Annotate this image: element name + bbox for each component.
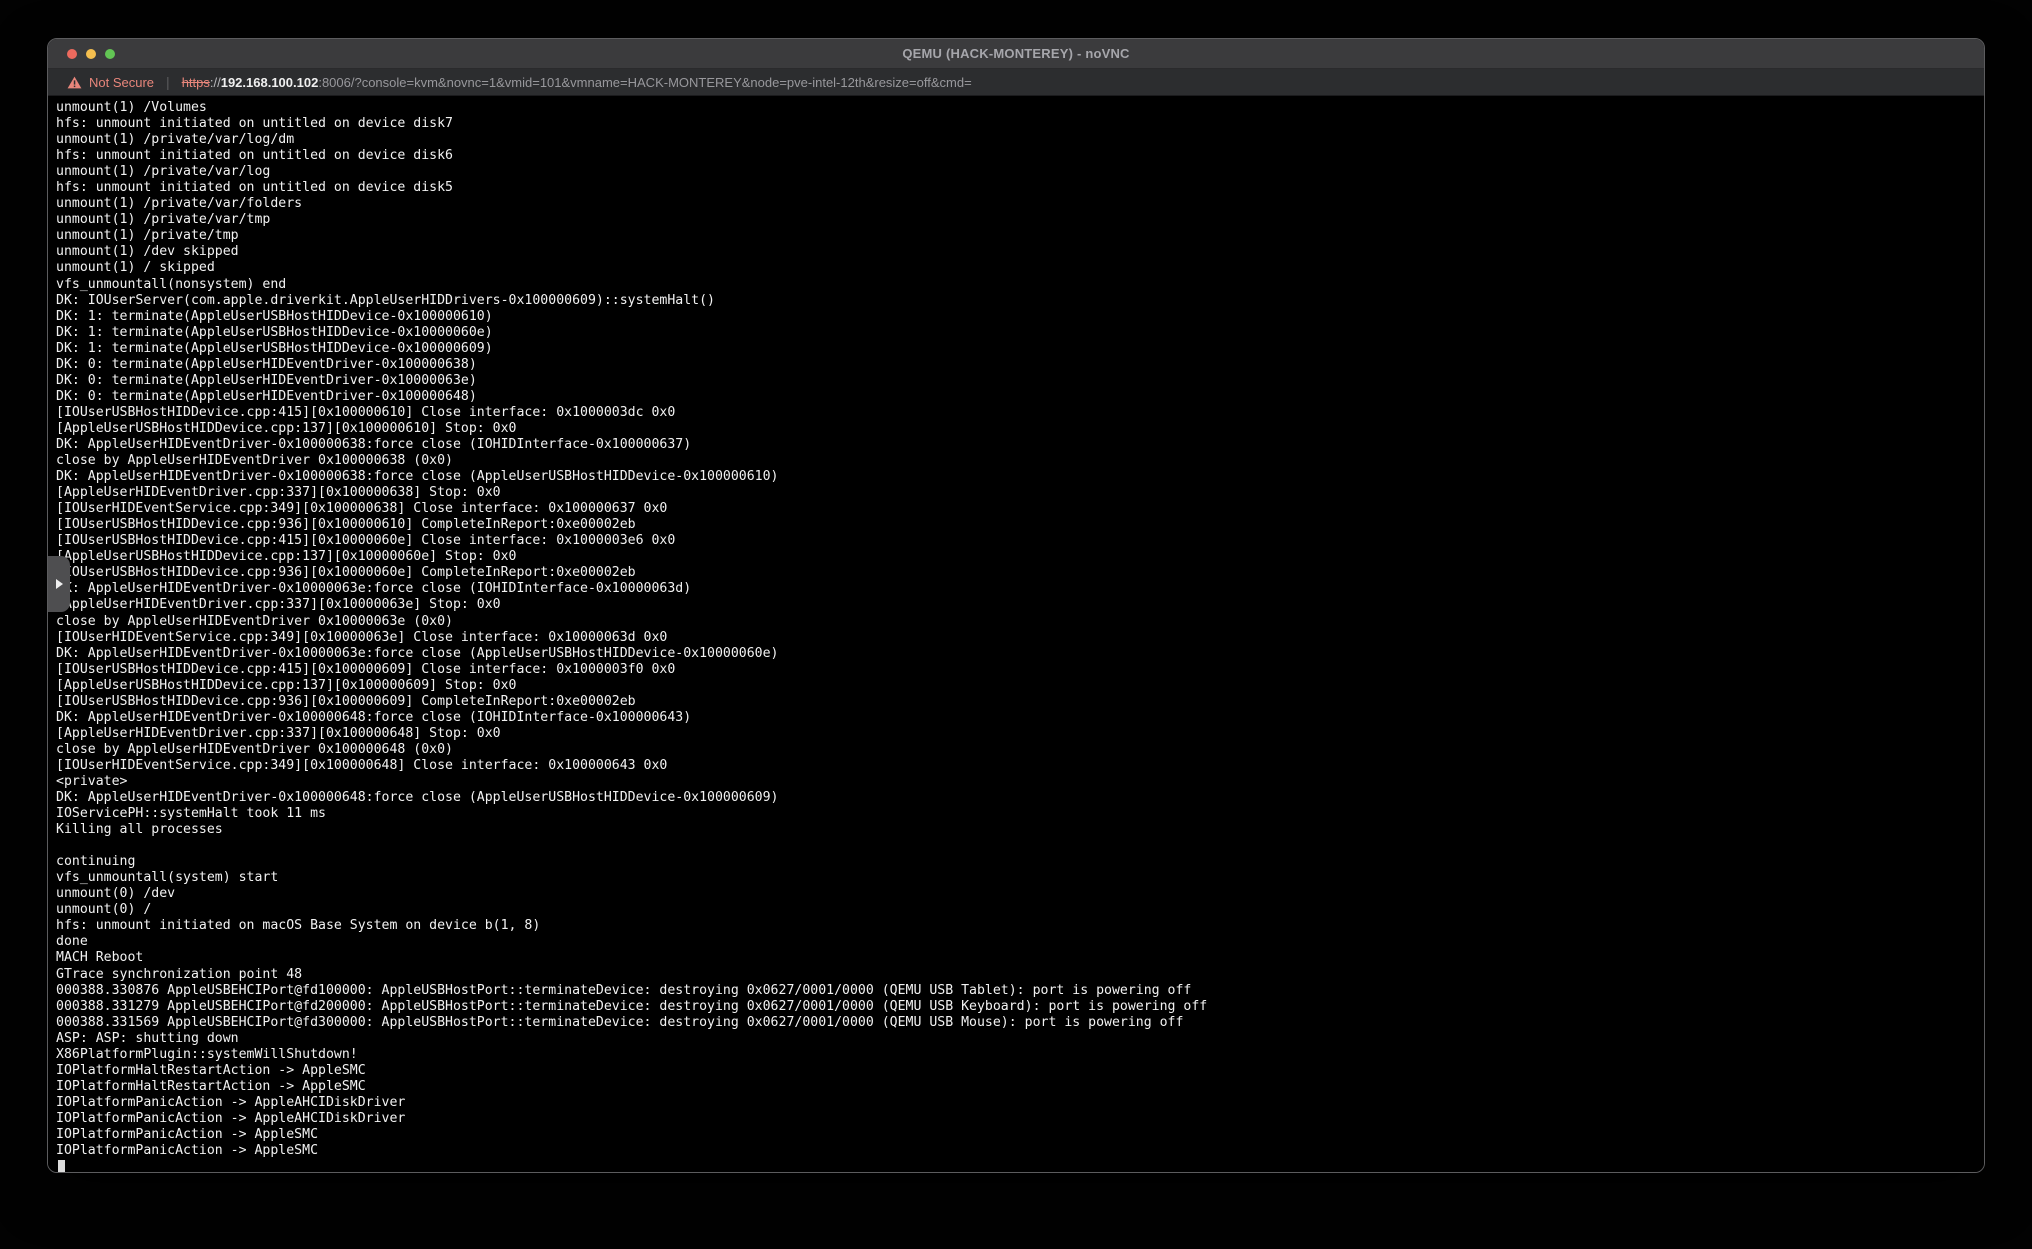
console-line: DK: AppleUserHIDEventDriver-0x10000063e:… — [56, 646, 1984, 662]
console-line: close by AppleUserHIDEventDriver 0x10000… — [56, 614, 1984, 630]
console-line: DK: AppleUserHIDEventDriver-0x100000648:… — [56, 790, 1984, 806]
console-line — [56, 838, 1984, 854]
console-line: [AppleUserHIDEventDriver.cpp:337][0x1000… — [56, 485, 1984, 501]
console-line: [AppleUserUSBHostHIDDevice.cpp:137][0x10… — [56, 549, 1984, 565]
not-secure-label[interactable]: Not Secure — [89, 75, 154, 90]
console-line: 000388.331279 AppleUSBEHCIPort@fd200000:… — [56, 999, 1984, 1015]
console-output: unmount(1) /Volumeshfs: unmount initiate… — [56, 100, 1984, 1159]
console-line: DK: 0: terminate(AppleUserHIDEventDriver… — [56, 373, 1984, 389]
vnc-console-screen[interactable]: unmount(1) /Volumeshfs: unmount initiate… — [48, 96, 1984, 1172]
console-line: unmount(0) /dev — [56, 886, 1984, 902]
console-line: DK: AppleUserHIDEventDriver-0x100000648:… — [56, 710, 1984, 726]
console-line: vfs_unmountall(nonsystem) end — [56, 277, 1984, 293]
browser-window: QEMU (HACK-MONTEREY) - noVNC Not Secure … — [47, 38, 1985, 1173]
console-line: [IOUserUSBHostHIDDevice.cpp:936][0x10000… — [56, 517, 1984, 533]
address-bar: Not Secure | https://192.168.100.102:800… — [48, 69, 1984, 96]
url-field[interactable]: https://192.168.100.102:8006/?console=kv… — [182, 75, 972, 90]
console-line: [AppleUserUSBHostHIDDevice.cpp:137][0x10… — [56, 421, 1984, 437]
address-bar-separator: | — [166, 74, 170, 90]
console-line: unmount(0) / — [56, 902, 1984, 918]
console-line: unmount(1) /dev skipped — [56, 244, 1984, 260]
console-line: [AppleUserHIDEventDriver.cpp:337][0x1000… — [56, 597, 1984, 613]
close-window-button[interactable] — [67, 49, 77, 59]
console-line: [IOUserHIDEventService.cpp:349][0x100000… — [56, 758, 1984, 774]
console-line: 000388.330876 AppleUSBEHCIPort@fd100000:… — [56, 983, 1984, 999]
console-line: hfs: unmount initiated on untitled on de… — [56, 148, 1984, 164]
url-path: :8006/?console=kvm&novnc=1&vmid=101&vmna… — [318, 75, 971, 90]
minimize-window-button[interactable] — [86, 49, 96, 59]
warning-triangle-icon — [67, 76, 82, 89]
console-line: unmount(1) /private/tmp — [56, 228, 1984, 244]
console-line: [IOUserHIDEventService.cpp:349][0x100000… — [56, 501, 1984, 517]
console-line: DK: 1: terminate(AppleUserUSBHostHIDDevi… — [56, 341, 1984, 357]
chevron-right-icon — [56, 579, 63, 589]
fullscreen-window-button[interactable] — [105, 49, 115, 59]
url-slashes: :// — [210, 75, 221, 90]
console-line: IOPlatformHaltRestartAction -> AppleSMC — [56, 1063, 1984, 1079]
console-line: hfs: unmount initiated on untitled on de… — [56, 180, 1984, 196]
console-line: IOPlatformPanicAction -> AppleSMC — [56, 1127, 1984, 1143]
url-host: 192.168.100.102 — [221, 75, 319, 90]
console-line: [IOUserUSBHostHIDDevice.cpp:936][0x10000… — [56, 565, 1984, 581]
console-line: vfs_unmountall(system) start — [56, 870, 1984, 886]
window-title: QEMU (HACK-MONTEREY) - noVNC — [48, 46, 1984, 61]
console-line: DK: 1: terminate(AppleUserUSBHostHIDDevi… — [56, 309, 1984, 325]
console-line: [IOUserUSBHostHIDDevice.cpp:415][0x10000… — [56, 405, 1984, 421]
console-line: [AppleUserUSBHostHIDDevice.cpp:137][0x10… — [56, 678, 1984, 694]
console-line: continuing — [56, 854, 1984, 870]
console-line: DK: AppleUserHIDEventDriver-0x100000638:… — [56, 469, 1984, 485]
console-line: unmount(1) /private/var/folders — [56, 196, 1984, 212]
console-line: close by AppleUserHIDEventDriver 0x10000… — [56, 453, 1984, 469]
console-line: IOPlatformHaltRestartAction -> AppleSMC — [56, 1079, 1984, 1095]
console-line: [IOUserUSBHostHIDDevice.cpp:415][0x10000… — [56, 533, 1984, 549]
console-line: close by AppleUserHIDEventDriver 0x10000… — [56, 742, 1984, 758]
desktop-background: QEMU (HACK-MONTEREY) - noVNC Not Secure … — [0, 0, 2032, 1249]
console-line: X86PlatformPlugin::systemWillShutdown! — [56, 1047, 1984, 1063]
console-line: unmount(1) /private/var/log — [56, 164, 1984, 180]
url-scheme: https — [182, 75, 210, 90]
console-line: DK: AppleUserHIDEventDriver-0x10000063e:… — [56, 581, 1984, 597]
console-line: IOServicePH::systemHalt took 11 ms — [56, 806, 1984, 822]
console-line: unmount(1) / skipped — [56, 260, 1984, 276]
console-line: [IOUserHIDEventService.cpp:349][0x100000… — [56, 630, 1984, 646]
terminal-cursor — [58, 1160, 65, 1172]
console-line: <private> — [56, 774, 1984, 790]
console-line: GTrace synchronization point 48 — [56, 967, 1984, 983]
console-line: hfs: unmount initiated on untitled on de… — [56, 116, 1984, 132]
console-line: IOPlatformPanicAction -> AppleAHCIDiskDr… — [56, 1111, 1984, 1127]
console-line: IOPlatformPanicAction -> AppleSMC — [56, 1143, 1984, 1159]
console-line: MACH Reboot — [56, 950, 1984, 966]
console-line: [IOUserUSBHostHIDDevice.cpp:936][0x10000… — [56, 694, 1984, 710]
console-line: Killing all processes — [56, 822, 1984, 838]
console-line: DK: 0: terminate(AppleUserHIDEventDriver… — [56, 357, 1984, 373]
console-line: unmount(1) /private/var/log/dm — [56, 132, 1984, 148]
window-titlebar[interactable]: QEMU (HACK-MONTEREY) - noVNC — [48, 39, 1984, 69]
console-line: 000388.331569 AppleUSBEHCIPort@fd300000:… — [56, 1015, 1984, 1031]
console-line: hfs: unmount initiated on macOS Base Sys… — [56, 918, 1984, 934]
console-line: DK: AppleUserHIDEventDriver-0x100000638:… — [56, 437, 1984, 453]
console-line: IOPlatformPanicAction -> AppleAHCIDiskDr… — [56, 1095, 1984, 1111]
console-line: [AppleUserHIDEventDriver.cpp:337][0x1000… — [56, 726, 1984, 742]
console-line: DK: 1: terminate(AppleUserUSBHostHIDDevi… — [56, 325, 1984, 341]
console-line: DK: 0: terminate(AppleUserHIDEventDriver… — [56, 389, 1984, 405]
console-line: DK: IOUserServer(com.apple.driverkit.App… — [56, 293, 1984, 309]
console-line: unmount(1) /Volumes — [56, 100, 1984, 116]
novnc-controlbar-handle[interactable] — [48, 556, 70, 612]
console-line: done — [56, 934, 1984, 950]
traffic-lights — [48, 49, 115, 59]
console-line: [IOUserUSBHostHIDDevice.cpp:415][0x10000… — [56, 662, 1984, 678]
console-line: unmount(1) /private/var/tmp — [56, 212, 1984, 228]
console-line: ASP: ASP: shutting down — [56, 1031, 1984, 1047]
